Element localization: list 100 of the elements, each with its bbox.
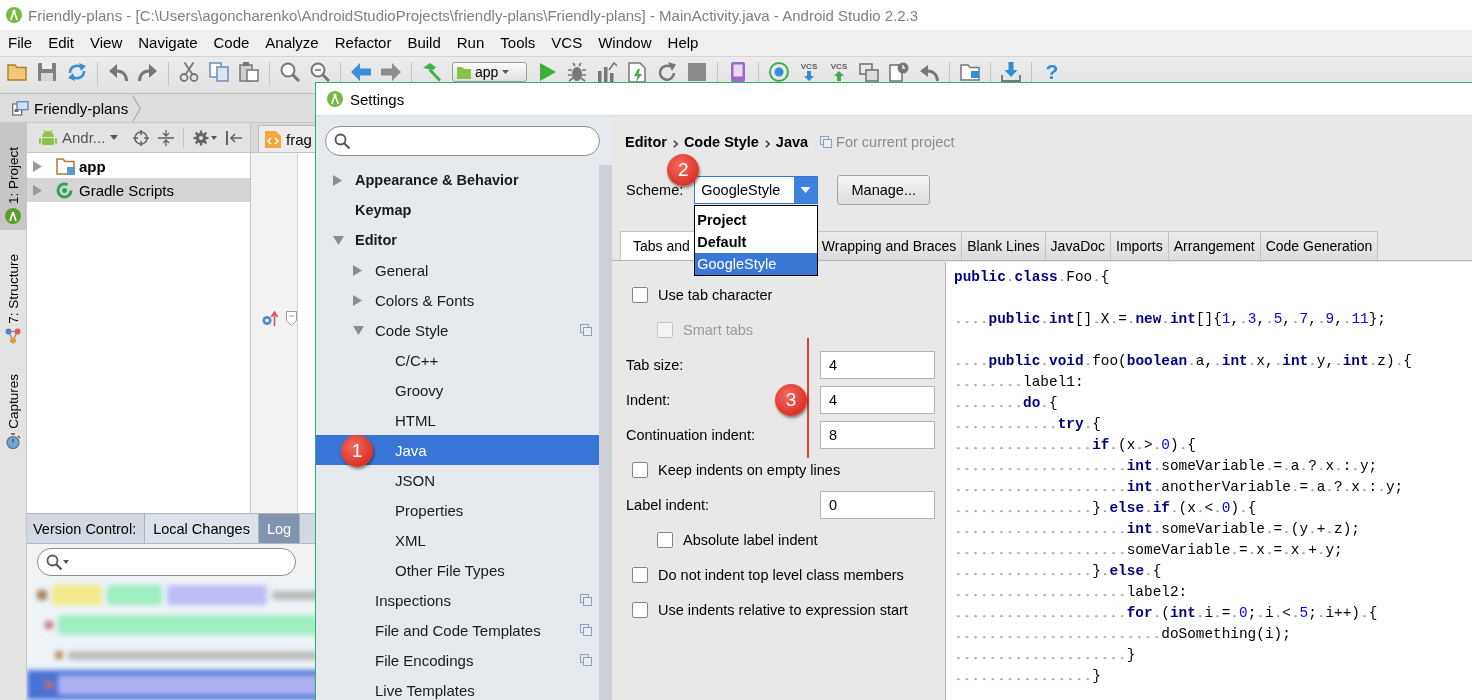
search-field[interactable] — [37, 548, 296, 576]
collapse-all-icon[interactable] — [158, 129, 175, 146]
tree-item[interactable]: Keymap — [316, 195, 599, 225]
tree-item[interactable]: Other File Types — [316, 555, 599, 585]
paste-icon[interactable] — [239, 62, 259, 82]
zoom-out-icon[interactable] — [310, 62, 330, 82]
revert-icon[interactable] — [919, 62, 939, 82]
folder-icon[interactable] — [7, 62, 27, 82]
number-field[interactable]: 4 — [820, 385, 935, 414]
tab[interactable]: Code Generation — [1259, 231, 1379, 260]
caret-right-icon[interactable] — [33, 184, 42, 196]
tree-item[interactable]: File Encodings — [316, 645, 599, 675]
tab[interactable]: Arrangement — [1167, 231, 1261, 260]
vcs-update-button[interactable]: VCS — [799, 62, 819, 82]
redo-icon[interactable] — [138, 62, 158, 82]
circle-arrow-icon[interactable] — [262, 311, 278, 326]
tree-item[interactable]: Properties — [316, 495, 599, 525]
menu-item[interactable]: Analyze — [257, 30, 327, 56]
tab[interactable]: Blank Lines — [961, 231, 1046, 260]
download-icon[interactable] — [1001, 62, 1021, 82]
caret-down-icon[interactable] — [333, 235, 344, 245]
tree-item[interactable]: C/C++ — [316, 345, 599, 375]
caret-right-icon[interactable] — [333, 174, 342, 186]
document-bolt-icon[interactable] — [627, 62, 647, 82]
save-icon[interactable] — [37, 62, 57, 82]
vcs-commit-button[interactable]: VCS — [829, 62, 849, 82]
phone-icon[interactable] — [728, 62, 748, 82]
scissors-icon[interactable] — [179, 62, 199, 82]
checkbox[interactable] — [657, 531, 673, 548]
caret-right-icon[interactable] — [33, 160, 42, 172]
tree-item[interactable]: app — [27, 154, 250, 178]
tree-item[interactable]: Appearance & Behavior — [316, 165, 599, 195]
menu-item[interactable]: File — [0, 30, 41, 56]
folder-icon[interactable] — [960, 62, 980, 82]
target-icon[interactable] — [769, 62, 789, 82]
menu-item[interactable]: Run — [448, 30, 493, 56]
fold-marker-icon[interactable] — [286, 311, 297, 326]
scheme-dropdown[interactable]: GoogleStyle — [694, 176, 819, 204]
hammer-icon[interactable] — [422, 62, 442, 82]
tab[interactable]: Wrapping and Braces — [815, 231, 963, 260]
tree-item[interactable]: General — [316, 255, 599, 285]
run-config-dropdown[interactable]: app — [452, 62, 527, 82]
menu-item[interactable]: Edit — [40, 30, 83, 56]
view-selector[interactable]: Andr... — [39, 128, 119, 147]
copy-icon[interactable] — [209, 62, 229, 82]
menu-item[interactable]: Refactor — [326, 30, 400, 56]
clock-document-icon[interactable] — [889, 62, 909, 82]
number-field[interactable]: 8 — [820, 420, 935, 449]
caret-right-icon[interactable] — [353, 264, 362, 276]
tree-item[interactable]: Code Style — [316, 315, 599, 345]
caret-down-icon[interactable] — [353, 325, 364, 335]
windows-icon[interactable] — [859, 62, 879, 82]
tree-item[interactable]: JSON — [316, 465, 599, 495]
settings-button[interactable] — [193, 129, 218, 146]
tree-item[interactable]: Colors & Fonts — [316, 285, 599, 315]
tool-window-tab[interactable]: 1: Project — [0, 123, 26, 231]
tree-item[interactable]: Gradle Scripts — [27, 178, 250, 202]
tree-item[interactable]: Inspections — [316, 585, 599, 615]
caret-right-icon[interactable] — [353, 294, 362, 306]
dropdown-option[interactable]: GoogleStyle — [695, 253, 818, 275]
tab[interactable]: Tabs and — [620, 231, 695, 260]
menu-item[interactable]: Navigate — [130, 30, 206, 56]
tool-window-tab[interactable]: Captures — [0, 349, 26, 455]
checkbox[interactable] — [632, 601, 648, 618]
tab[interactable]: Imports — [1110, 231, 1169, 260]
breadcrumb-item[interactable]: Friendly-plans — [12, 99, 129, 117]
number-field[interactable]: 4 — [820, 350, 935, 379]
refresh-icon[interactable] — [657, 62, 677, 82]
menu-item[interactable]: Tools — [492, 30, 544, 56]
menu-item[interactable]: Help — [659, 30, 707, 56]
arrow-left-icon[interactable] — [351, 62, 371, 82]
tree-item[interactable]: Groovy — [316, 375, 599, 405]
collapse-left-icon[interactable] — [226, 130, 243, 145]
tree-item[interactable]: File and Code Templates — [316, 615, 599, 645]
undo-icon[interactable] — [108, 62, 128, 82]
manage-button[interactable]: Manage... — [837, 175, 931, 205]
tree-item[interactable]: XML — [316, 525, 599, 555]
tab[interactable]: Local Changes — [145, 514, 259, 543]
tree-item[interactable]: Editor — [316, 225, 599, 255]
menu-item[interactable]: View — [82, 30, 131, 56]
menu-item[interactable]: Window — [590, 30, 660, 56]
menu-item[interactable]: Code — [205, 30, 258, 56]
search-field[interactable] — [325, 126, 600, 156]
crosshair-icon[interactable] — [133, 129, 150, 146]
tab[interactable]: JavaDoc — [1044, 231, 1112, 260]
search-icon[interactable] — [280, 62, 300, 82]
checkbox[interactable] — [632, 566, 648, 583]
bar-chart-icon[interactable] — [597, 62, 617, 82]
menu-item[interactable]: Build — [399, 30, 449, 56]
tree-item[interactable]: Live Templates — [316, 675, 599, 700]
number-field[interactable]: 0 — [820, 490, 935, 519]
scrollbar-thumb[interactable] — [599, 165, 612, 700]
menu-item[interactable]: VCS — [543, 30, 591, 56]
bug-icon[interactable] — [567, 62, 587, 82]
tree-item[interactable]: HTML — [316, 405, 599, 435]
arrow-right-icon[interactable] — [381, 62, 401, 82]
tool-window-tab[interactable]: 7: Structure — [0, 230, 26, 350]
sync-icon[interactable] — [67, 62, 87, 82]
checkbox[interactable] — [632, 286, 648, 303]
checkbox[interactable] — [632, 461, 648, 478]
